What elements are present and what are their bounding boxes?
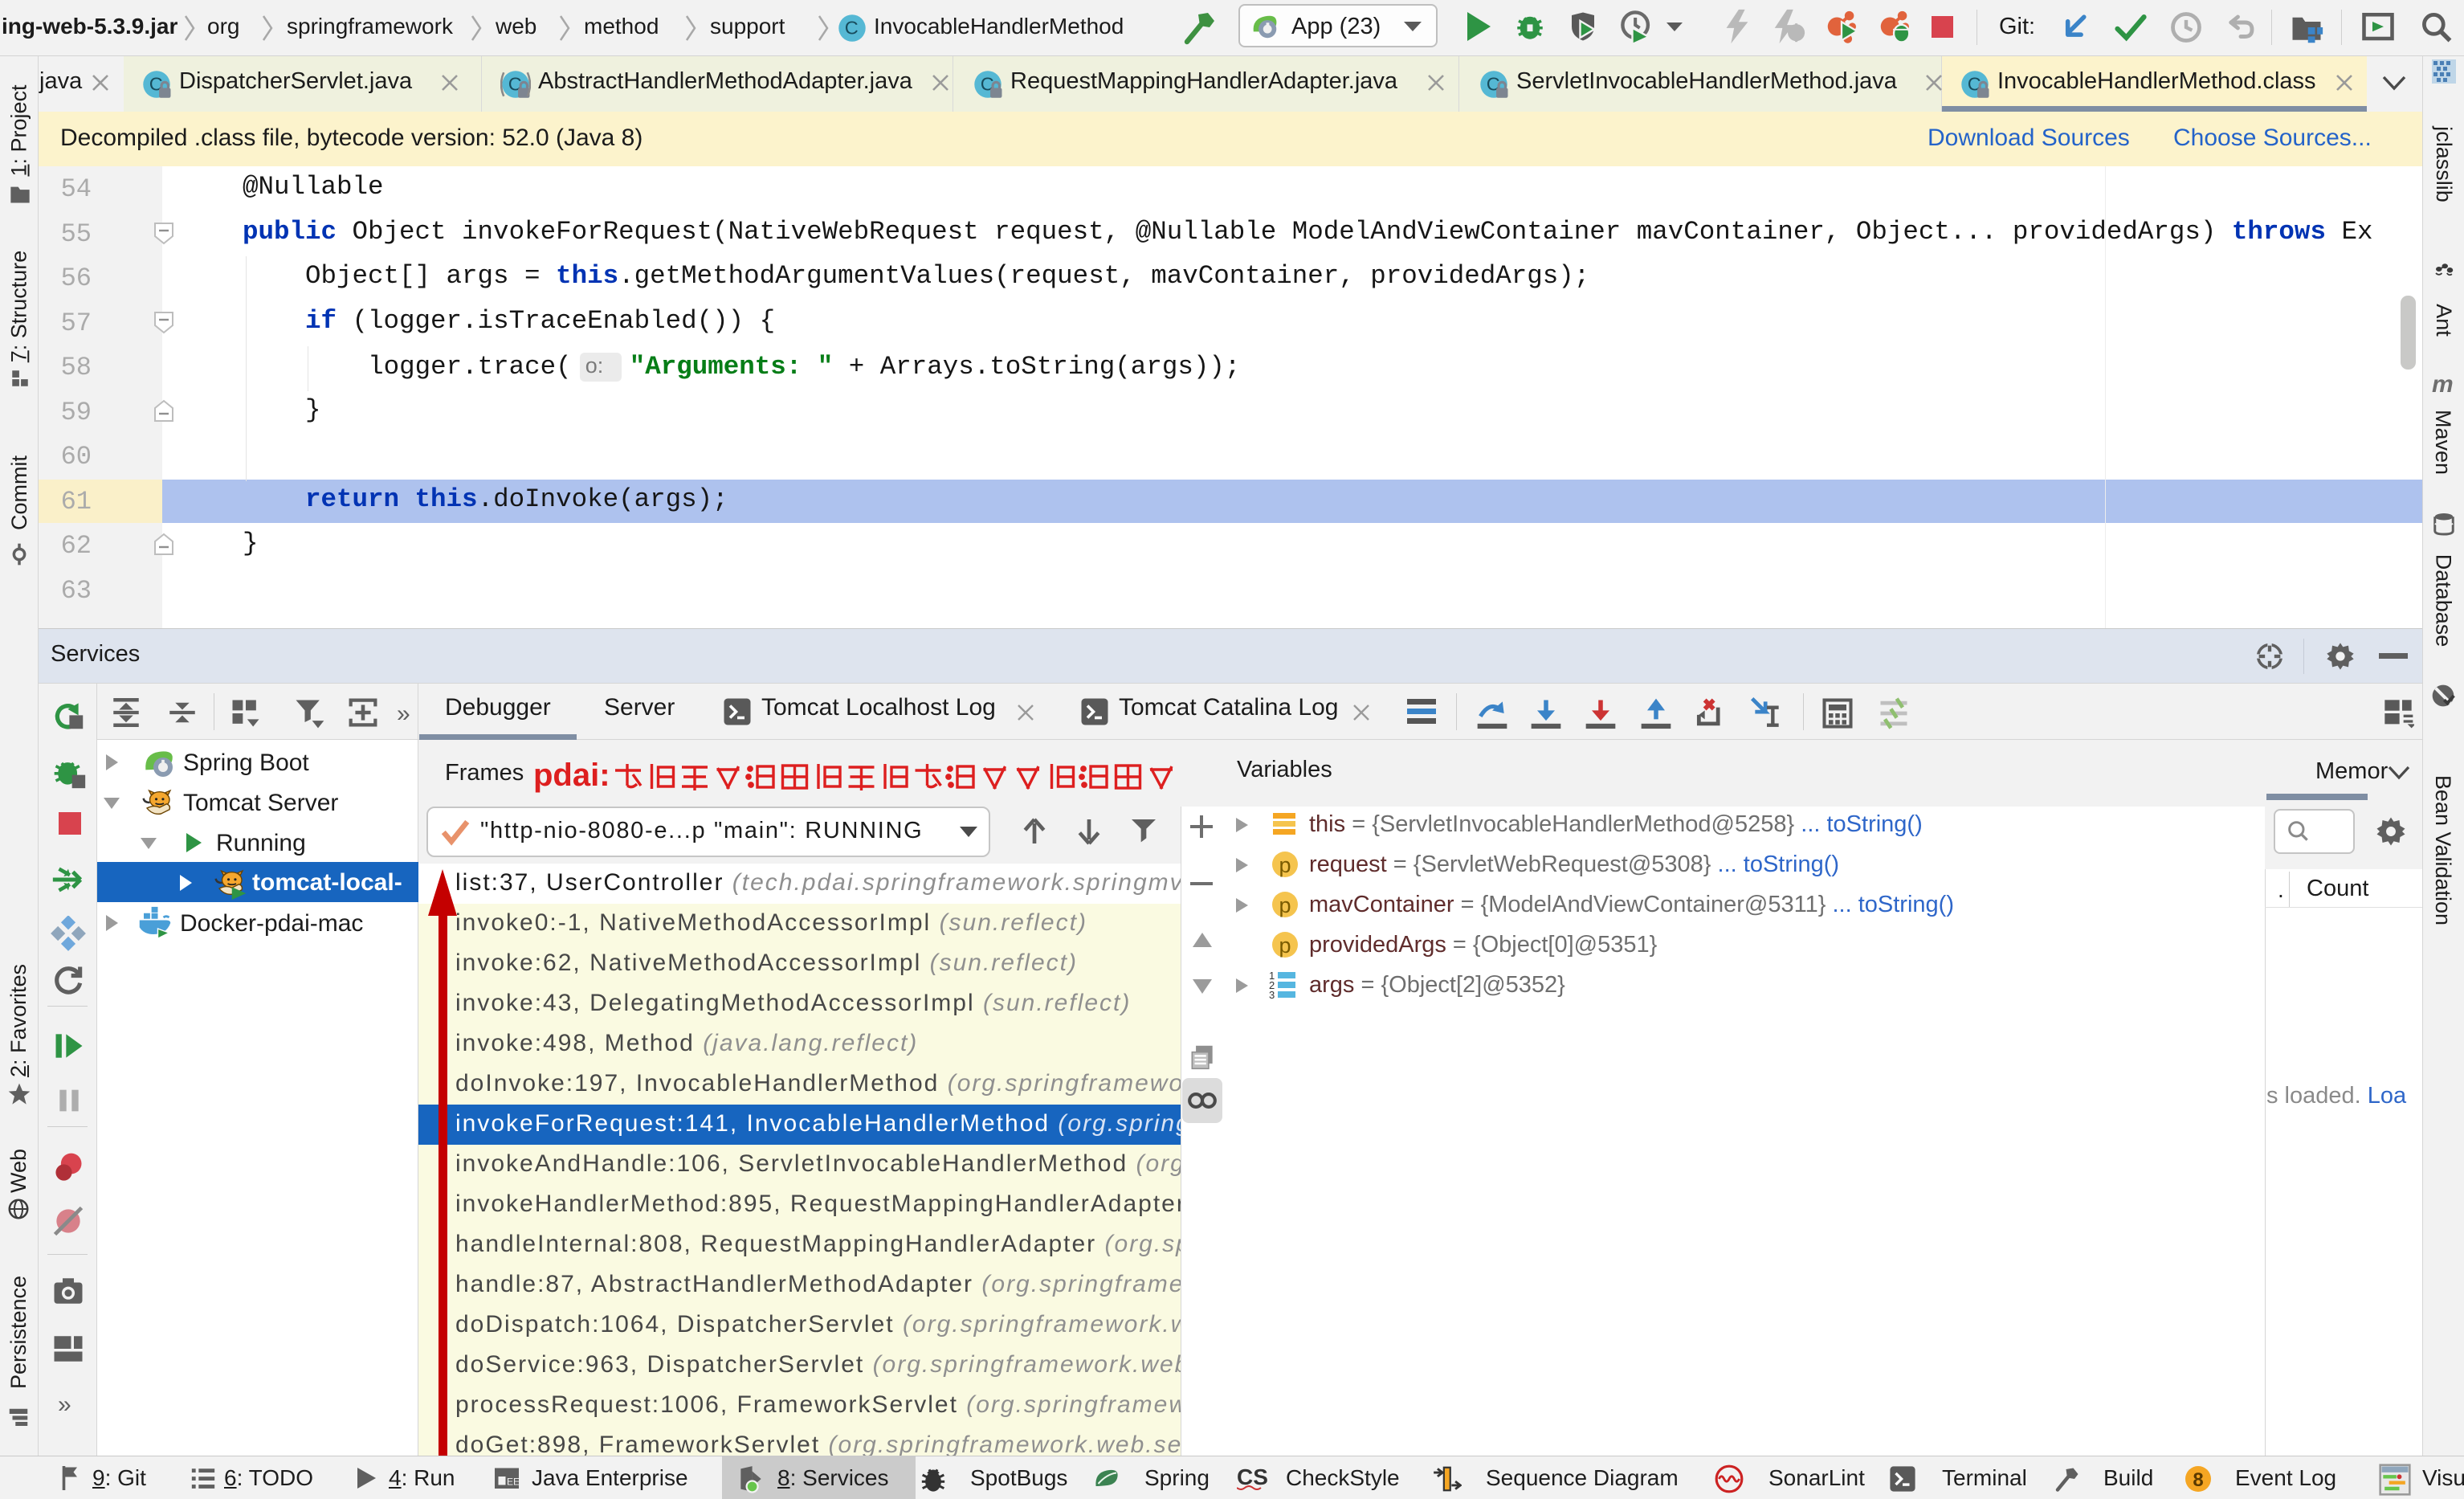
svg-text:8: 8 [2193, 1469, 2203, 1491]
svg-text:CS: CS [1237, 1465, 1268, 1489]
svg-text:p: p [1279, 853, 1291, 877]
svg-text:p: p [1279, 893, 1291, 917]
svg-text:C: C [845, 18, 859, 39]
svg-text:EE: EE [507, 1477, 520, 1488]
svg-text:3: 3 [1269, 989, 1275, 1000]
svg-text:p: p [1279, 933, 1291, 958]
